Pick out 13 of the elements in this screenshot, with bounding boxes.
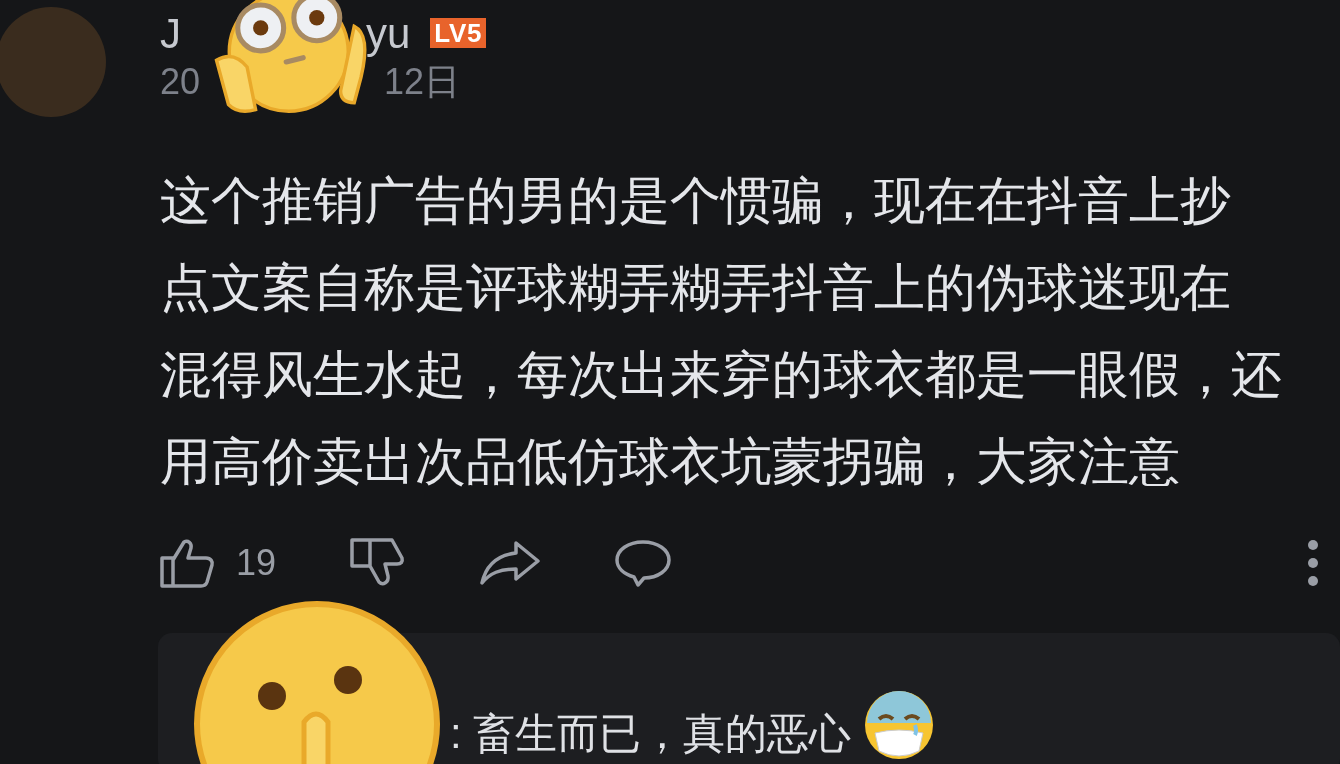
thumbs-up-icon[interactable] [160, 538, 216, 588]
reply-text: : 畜生而已，真的恶心 [450, 709, 852, 759]
comment-text-line: 这个推销广告的男的是个惯骗，现在在抖音上抄 [160, 171, 1231, 231]
comment-text-line: 混得风生水起，每次出来穿的球衣都是一眼假，还 [160, 345, 1282, 405]
comment-icon[interactable] [614, 539, 673, 587]
sick-face-emoji-icon [863, 689, 936, 761]
comment-text-line: 点文案自称是评球糊弄糊弄抖音上的伪球迷现在 [160, 258, 1231, 318]
level-badge: LV5 [430, 18, 487, 48]
more-options-icon[interactable] [1308, 540, 1318, 586]
like-count: 19 [236, 541, 277, 585]
share-icon[interactable] [480, 541, 541, 585]
thumbs-down-icon[interactable] [350, 538, 407, 588]
comment-text-line: 用高价卖出次品低仿球衣坑蒙拐骗，大家注意 [160, 432, 1180, 492]
